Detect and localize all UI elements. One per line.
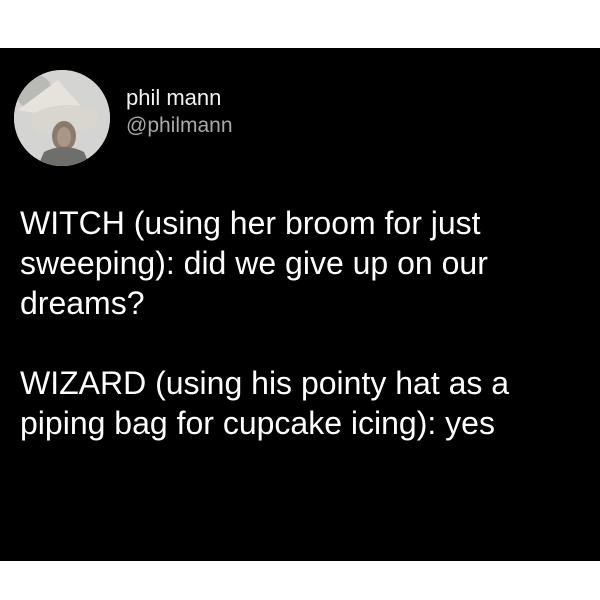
tweet-paragraph: WITCH (using her broom for just sweeping… xyxy=(20,205,488,321)
tweet-text: WITCH (using her broom for just sweeping… xyxy=(20,203,592,443)
tweet-paragraph: WIZARD (using his pointy hat as a piping… xyxy=(20,365,510,441)
avatar-image xyxy=(14,70,110,166)
display-name[interactable]: phil mann xyxy=(126,85,221,111)
user-handle[interactable]: @philmann xyxy=(126,113,233,139)
avatar[interactable] xyxy=(14,70,110,166)
tweet-card: phil mann @philmann WITCH (using her bro… xyxy=(0,48,600,561)
